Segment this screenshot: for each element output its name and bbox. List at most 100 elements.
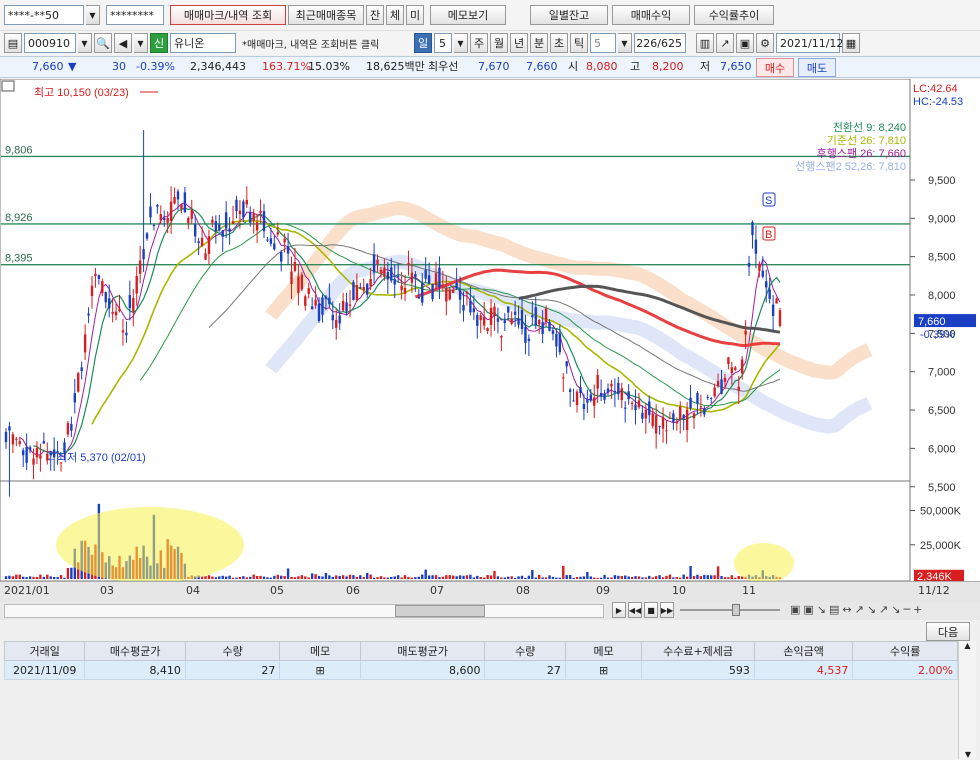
- volume-bar: [317, 575, 321, 579]
- volume-bar: [300, 575, 304, 579]
- volume-bar: [324, 572, 328, 579]
- play-icon[interactable]: ▶: [612, 602, 626, 618]
- volume-bar: [66, 568, 70, 579]
- return-trend-button[interactable]: 수익률추이: [694, 5, 774, 25]
- candle-body: [551, 330, 555, 334]
- candle-body: [620, 388, 623, 401]
- stock-code-input[interactable]: 000910: [24, 33, 76, 53]
- candle-body: [125, 332, 128, 336]
- stock-name-value: 유니온: [174, 37, 205, 50]
- volume-bar: [52, 576, 56, 579]
- col-header[interactable]: 수수료+제세금: [641, 641, 755, 661]
- volume-bar: [283, 575, 286, 579]
- balance-button[interactable]: 잔: [366, 5, 384, 25]
- chart-scrollbar[interactable]: [4, 604, 604, 618]
- speed-slider-thumb[interactable]: [732, 604, 740, 616]
- price-chart[interactable]: 9,806 8,926 8,395 9,500 9,000 8,500 8,000 7,50…: [0, 78, 980, 602]
- chevron-down-icon[interactable]: ▼: [86, 5, 100, 25]
- rewind-icon[interactable]: ◀◀: [628, 602, 642, 618]
- save-icon[interactable]: ▣: [736, 33, 754, 53]
- speed-slider[interactable]: [680, 609, 780, 611]
- volume-highlight: [56, 507, 244, 583]
- candle-body: [194, 224, 197, 237]
- col-header[interactable]: 거래일: [3, 641, 86, 661]
- col-header[interactable]: 매수평균가: [84, 641, 186, 661]
- speaker-icon[interactable]: ◀: [114, 33, 132, 53]
- trade-profit-button[interactable]: 매매수익: [612, 5, 690, 25]
- chevron-down-icon[interactable]: ▼: [618, 33, 632, 53]
- candle-body: [163, 217, 166, 220]
- memo-icon[interactable]: ⊞: [279, 660, 361, 680]
- tick-interval-input[interactable]: 5: [590, 33, 616, 53]
- period-minute-button[interactable]: 분: [530, 33, 548, 53]
- candle-body: [661, 416, 665, 429]
- stop-icon[interactable]: ■: [644, 602, 658, 618]
- period-day-button[interactable]: 일: [414, 33, 432, 53]
- calendar-icon[interactable]: ▦: [842, 33, 860, 53]
- sell-button[interactable]: 매도: [798, 58, 836, 77]
- trade-mark-history-button[interactable]: 매매마크/내역 조회: [170, 5, 286, 25]
- chevron-down-icon[interactable]: ▼: [78, 33, 92, 53]
- drawing-tools-icon[interactable]: ▣▣↘▤↔↗↘↗↘─+: [790, 603, 925, 616]
- candle-body: [238, 210, 242, 215]
- month-label: 08: [516, 584, 530, 597]
- col-header[interactable]: 수량: [184, 641, 281, 661]
- buy-button[interactable]: 매수: [756, 58, 794, 77]
- gear-icon[interactable]: ⚙: [756, 33, 774, 53]
- chart-canvas[interactable]: 9,8068,9268,395 9,5009,0008,5008,0007,50…: [0, 78, 980, 602]
- account-select[interactable]: ****-**50: [4, 5, 84, 25]
- volume-bar: [531, 570, 534, 579]
- memo-view-button[interactable]: 메모보기: [430, 5, 506, 25]
- volume-bar: [493, 570, 496, 579]
- date-input[interactable]: 2021/11/12: [776, 33, 843, 53]
- col-header[interactable]: 수량: [484, 641, 566, 661]
- period-month-button[interactable]: 월: [490, 33, 508, 53]
- col-header[interactable]: 손익금액: [753, 641, 854, 661]
- recent-trades-button[interactable]: 최근매매종목: [288, 5, 364, 25]
- candle-body: [231, 221, 235, 224]
- filled-button[interactable]: 체: [386, 5, 404, 25]
- data-count-field[interactable]: 226/625: [634, 33, 686, 53]
- candle-settings-icon[interactable]: ▥: [696, 33, 714, 53]
- col-header[interactable]: 매도평균가: [359, 641, 486, 661]
- volume-bar: [56, 577, 59, 579]
- memo-icon[interactable]: ⊞: [564, 660, 643, 680]
- period-tick-button[interactable]: 틱: [570, 33, 588, 53]
- unfilled-button[interactable]: 미: [406, 5, 424, 25]
- chevron-down-icon[interactable]: ▼: [454, 33, 468, 53]
- panel-scrollbar[interactable]: ▲ ▼: [958, 641, 976, 759]
- best-bid: 7,660: [526, 60, 558, 73]
- candle-body: [328, 297, 331, 305]
- period-year-button[interactable]: 년: [510, 33, 528, 53]
- menu-icon[interactable]: ▤: [4, 33, 22, 53]
- candle-body: [276, 232, 279, 235]
- candle-body: [685, 409, 689, 431]
- candle-body: [331, 314, 334, 321]
- col-header[interactable]: 메모: [279, 641, 361, 661]
- volume-bar: [335, 575, 338, 579]
- next-button[interactable]: 다음: [926, 622, 970, 641]
- scroll-up-icon[interactable]: ▲: [959, 641, 976, 650]
- volume-bar: [321, 576, 324, 579]
- forward-icon[interactable]: ▶▶: [660, 602, 674, 618]
- candle-body: [438, 267, 441, 288]
- password-input[interactable]: ********: [106, 5, 164, 25]
- period-value: 5: [439, 36, 446, 50]
- period-week-button[interactable]: 주: [470, 33, 488, 53]
- candle-body: [531, 315, 534, 318]
- candle-body: [310, 306, 314, 310]
- chart-type-icon[interactable]: ↗: [716, 33, 734, 53]
- volume-bar: [730, 575, 734, 579]
- scroll-down-icon[interactable]: ▼: [959, 750, 977, 759]
- table-row[interactable]: 2021/11/09 8,410 27 ⊞ 8,600 27 ⊞ 593 4,537 2.00%: [3, 660, 958, 680]
- chevron-down-icon[interactable]: ▼: [134, 33, 148, 53]
- daily-balance-button[interactable]: 일별잔고: [530, 5, 608, 25]
- search-icon[interactable]: 🔍: [94, 33, 112, 53]
- chart-options-icon[interactable]: [1, 80, 15, 92]
- candle-body: [280, 252, 283, 262]
- col-header[interactable]: 수익률: [852, 641, 958, 661]
- period-value-input[interactable]: 5: [434, 33, 452, 53]
- period-second-button[interactable]: 초: [550, 33, 568, 53]
- col-header[interactable]: 메모: [564, 641, 643, 661]
- scrollbar-thumb[interactable]: [395, 605, 485, 617]
